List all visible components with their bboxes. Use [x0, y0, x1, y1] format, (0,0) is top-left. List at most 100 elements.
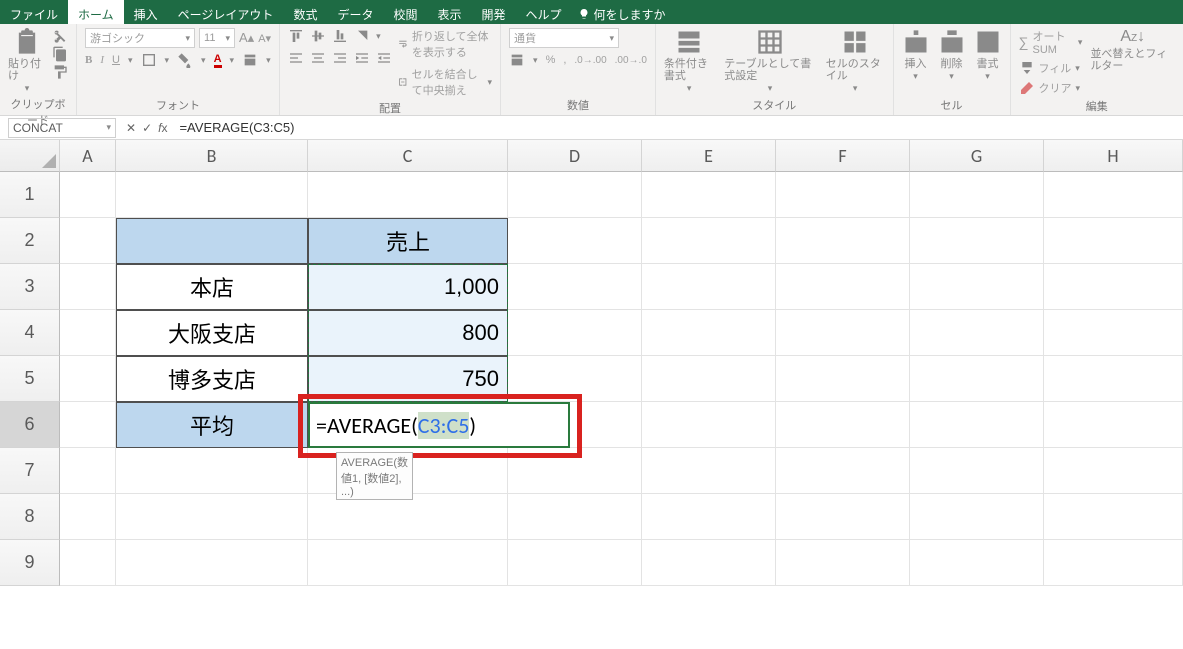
cell-A6[interactable] — [60, 402, 116, 448]
cell-G2[interactable] — [910, 218, 1044, 264]
number-format-combo[interactable]: 通貨▾ — [509, 28, 619, 48]
cell-A1[interactable] — [60, 172, 116, 218]
merge-center-button[interactable]: セルを結合して中央揃え▾ — [398, 66, 492, 98]
font-size-combo[interactable]: 11▾ — [199, 28, 235, 48]
cell-E8[interactable] — [642, 494, 776, 540]
cell-B9[interactable] — [116, 540, 308, 586]
cell-edit-overlay[interactable]: =AVERAGE(C3:C5) — [308, 402, 570, 448]
cell-A7[interactable] — [60, 448, 116, 494]
cell-C2[interactable]: 売上 — [308, 218, 508, 264]
cell-B3[interactable]: 本店 — [116, 264, 308, 310]
tab-formulas[interactable]: 数式 — [283, 0, 327, 24]
italic-button[interactable]: I — [100, 54, 104, 66]
comma-button[interactable]: , — [563, 54, 566, 66]
format-painter-icon[interactable] — [52, 64, 68, 80]
cell-G7[interactable] — [910, 448, 1044, 494]
cell-E1[interactable] — [642, 172, 776, 218]
cell-G4[interactable] — [910, 310, 1044, 356]
fill-button[interactable]: フィル▾ — [1019, 60, 1083, 76]
cell-H4[interactable] — [1044, 310, 1183, 356]
cell-B2[interactable] — [116, 218, 308, 264]
tab-view[interactable]: 表示 — [427, 0, 471, 24]
bold-button[interactable]: B — [85, 54, 92, 66]
paste-button[interactable]: 貼り付け ▾ — [8, 28, 46, 94]
tab-help[interactable]: ヘルプ — [516, 0, 572, 24]
row-header-4[interactable]: 4 — [0, 310, 60, 356]
tab-page-layout[interactable]: ページレイアウト — [168, 0, 284, 24]
cell-E9[interactable] — [642, 540, 776, 586]
tab-data[interactable]: データ — [327, 0, 383, 24]
cell-G8[interactable] — [910, 494, 1044, 540]
tell-me-search[interactable]: 何をしますか — [572, 0, 676, 24]
cell-H7[interactable] — [1044, 448, 1183, 494]
cell-G5[interactable] — [910, 356, 1044, 402]
cell-C9[interactable] — [308, 540, 508, 586]
cell-B4[interactable]: 大阪支店 — [116, 310, 308, 356]
cell-A4[interactable] — [60, 310, 116, 356]
delete-cells-button[interactable]: 削除▾ — [938, 28, 966, 82]
align-center-icon[interactable] — [310, 50, 326, 66]
row-header-2[interactable]: 2 — [0, 218, 60, 264]
cell-F5[interactable] — [776, 356, 910, 402]
sort-filter-button[interactable]: AZ↓ 並べ替えとフィルター — [1090, 28, 1175, 72]
align-top-icon[interactable] — [288, 28, 304, 44]
row-header-3[interactable]: 3 — [0, 264, 60, 310]
cell-D4[interactable] — [508, 310, 642, 356]
row-header-6[interactable]: 6 — [0, 402, 60, 448]
insert-function-button[interactable]: fx — [158, 121, 167, 135]
cell-F1[interactable] — [776, 172, 910, 218]
cell-E4[interactable] — [642, 310, 776, 356]
copy-icon[interactable] — [52, 46, 68, 62]
cell-H3[interactable] — [1044, 264, 1183, 310]
border-icon[interactable] — [141, 52, 157, 68]
tab-home[interactable]: ホーム — [68, 0, 124, 24]
increase-indent-icon[interactable] — [376, 50, 392, 66]
row-header-9[interactable]: 9 — [0, 540, 60, 586]
cell-E3[interactable] — [642, 264, 776, 310]
cell-F3[interactable] — [776, 264, 910, 310]
cut-icon[interactable] — [52, 28, 68, 44]
cell-C1[interactable] — [308, 172, 508, 218]
wrap-text-button[interactable]: 折り返して全体を表示する — [398, 28, 492, 60]
formula-input[interactable] — [173, 119, 1183, 136]
underline-button[interactable]: U — [112, 54, 120, 66]
cell-D5[interactable] — [508, 356, 642, 402]
cell-A2[interactable] — [60, 218, 116, 264]
cell-H9[interactable] — [1044, 540, 1183, 586]
grow-font-icon[interactable]: A▴ — [239, 30, 254, 46]
align-middle-icon[interactable] — [310, 28, 326, 44]
align-right-icon[interactable] — [332, 50, 348, 66]
fill-color-icon[interactable] — [177, 52, 193, 68]
cell-D8[interactable] — [508, 494, 642, 540]
cancel-formula-button[interactable]: ✕ — [126, 121, 136, 135]
cell-E2[interactable] — [642, 218, 776, 264]
cell-G6[interactable] — [910, 402, 1044, 448]
orientation-icon[interactable] — [354, 28, 370, 44]
cell-H1[interactable] — [1044, 172, 1183, 218]
align-left-icon[interactable] — [288, 50, 304, 66]
cell-D9[interactable] — [508, 540, 642, 586]
row-header-1[interactable]: 1 — [0, 172, 60, 218]
format-as-table-button[interactable]: テーブルとして書式設定▾ — [724, 28, 816, 94]
cell-A5[interactable] — [60, 356, 116, 402]
cell-H6[interactable] — [1044, 402, 1183, 448]
cell-C5[interactable]: 750 — [308, 356, 508, 402]
cell-E6[interactable] — [642, 402, 776, 448]
cell-E5[interactable] — [642, 356, 776, 402]
enter-formula-button[interactable]: ✓ — [142, 121, 152, 135]
column-header-F[interactable]: F — [776, 140, 910, 172]
cell-C8[interactable] — [308, 494, 508, 540]
format-cells-button[interactable]: 書式▾ — [974, 28, 1002, 82]
column-header-E[interactable]: E — [642, 140, 776, 172]
clear-button[interactable]: クリア▾ — [1019, 80, 1083, 96]
cell-G9[interactable] — [910, 540, 1044, 586]
increase-decimal-icon[interactable]: .0→.00 — [574, 55, 606, 66]
cell-D1[interactable] — [508, 172, 642, 218]
decrease-indent-icon[interactable] — [354, 50, 370, 66]
cell-F7[interactable] — [776, 448, 910, 494]
worksheet[interactable]: A B C D E F G H 1 2 3 4 5 6 7 8 9 — [0, 140, 1183, 649]
cell-D2[interactable] — [508, 218, 642, 264]
row-header-7[interactable]: 7 — [0, 448, 60, 494]
name-box[interactable]: CONCAT ▾ — [8, 118, 116, 138]
font-color-icon[interactable]: A — [214, 53, 222, 68]
